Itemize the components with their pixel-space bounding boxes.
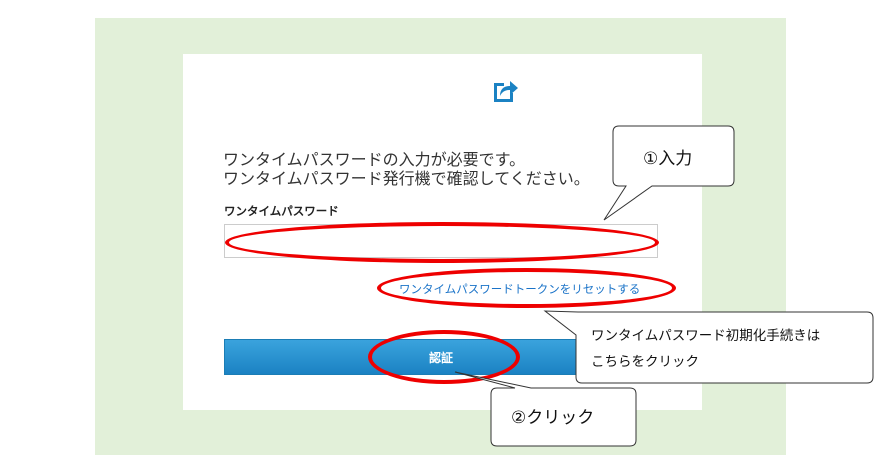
callout-reset-line-2: こちらをクリック: [591, 354, 699, 370]
otp-input[interactable]: [224, 224, 658, 258]
share-arrow-icon: [494, 81, 518, 102]
callout-reset-text: ワンタイムパスワード初期化手続きは こちらをクリック: [591, 323, 820, 375]
instruction-line-2: ワンタイムパスワード発行機で確認してください。: [223, 169, 590, 188]
instruction-line-1: ワンタイムパスワードの入力が必要です。: [223, 150, 526, 169]
callout-input-text: ①入力: [643, 149, 693, 169]
instruction-message: ワンタイムパスワードの入力が必要です。 ワンタイムパスワード発行機で確認してくだ…: [223, 150, 643, 188]
otp-field-label: ワンタイムパスワード: [224, 204, 339, 218]
callout-click-text: ②クリック: [511, 408, 595, 428]
reset-token-link[interactable]: ワンタイムパスワードトークンをリセットする: [399, 281, 640, 297]
callout-reset-line-1: ワンタイムパスワード初期化手続きは: [591, 328, 821, 344]
